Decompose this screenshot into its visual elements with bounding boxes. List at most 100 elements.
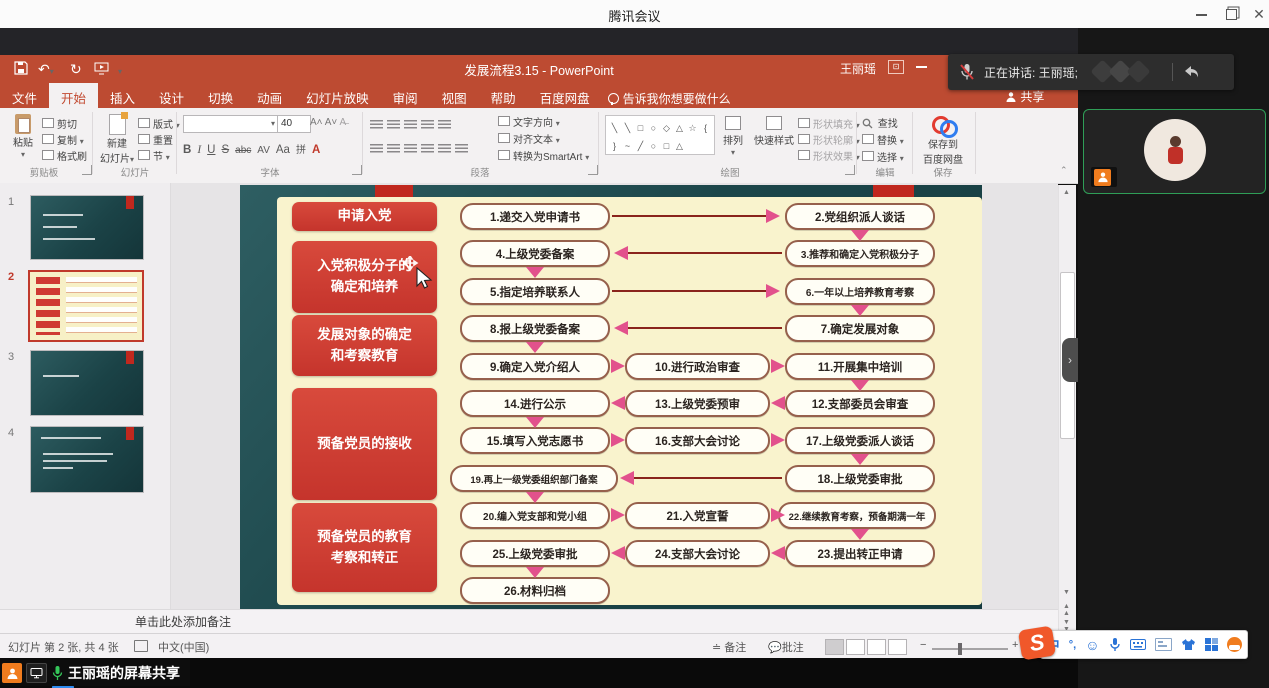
save-to-baidu-button[interactable]: 保存到 百度网盘 <box>918 114 968 166</box>
shape-glyph[interactable]: ╱ <box>634 140 647 153</box>
cut-button[interactable]: 剪切 <box>42 116 77 131</box>
flow-category-4[interactable]: 预备党员的教育考察和转正 <box>292 503 437 592</box>
font-dialog-launcher[interactable] <box>352 165 362 175</box>
language-indicator[interactable]: 中文(中国) <box>158 639 209 655</box>
shape-glyph[interactable]: ╲ <box>608 122 621 135</box>
sogou-skin-face-icon[interactable] <box>1227 637 1242 652</box>
flow-step[interactable]: 8.报上级党委备案 <box>460 315 610 342</box>
flow-step[interactable]: 10.进行政治审查 <box>625 353 770 380</box>
format-painter-button[interactable]: 格式刷 <box>42 148 87 163</box>
arrange-button[interactable]: 排列▾ <box>716 116 750 158</box>
share-button[interactable]: 共享 <box>1005 88 1044 105</box>
flow-step[interactable]: 7.确定发展对象 <box>785 315 935 342</box>
font-button-S[interactable]: S <box>221 144 229 156</box>
comments-toggle[interactable]: 💬批注 <box>768 639 804 655</box>
sogou-punct-icon[interactable]: °, <box>1069 639 1076 651</box>
grow-font-icon[interactable]: A˄ A˅ A̶ <box>310 117 346 128</box>
font-button-Aa[interactable]: Aa <box>276 144 290 156</box>
font-button-I[interactable]: I <box>197 144 201 156</box>
font-size-box[interactable]: 40 <box>277 115 311 133</box>
restore-button[interactable] <box>1218 9 1244 24</box>
select-button[interactable]: 选择 ▾ <box>862 149 904 164</box>
section-button[interactable]: 节 ▾ <box>138 148 170 163</box>
paste-button[interactable]: 粘贴▾ <box>8 114 38 160</box>
zoom-out-icon[interactable]: − <box>920 639 926 651</box>
normal-view-icon[interactable] <box>825 639 844 655</box>
minimize-button[interactable] <box>1188 7 1214 22</box>
sogou-keyboard-icon[interactable] <box>1130 639 1146 650</box>
font-name-box[interactable]: ▾ <box>183 115 279 133</box>
notes-pane[interactable]: 单击此处添加备注 <box>0 609 1058 633</box>
reply-arrow-icon[interactable] <box>1181 63 1201 81</box>
align-text-button[interactable]: 对齐文本 ▾ <box>498 131 560 146</box>
flow-step[interactable]: 6.一年以上培养教育考察 <box>785 278 935 305</box>
sogou-id-icon[interactable] <box>1155 638 1172 651</box>
flow-step[interactable]: 24.支部大会讨论 <box>625 540 770 567</box>
flow-step[interactable]: 9.确定入党介绍人 <box>460 353 610 380</box>
collapse-ribbon-icon[interactable]: ⌃ <box>1060 165 1068 176</box>
shape-effects-button[interactable]: 形状效果 ▾ <box>798 148 860 163</box>
new-slide-button[interactable]: 新建 幻灯片▾ <box>98 114 136 165</box>
align-buttons-row[interactable] <box>370 141 472 159</box>
flow-step[interactable]: 14.进行公示 <box>460 390 610 417</box>
quick-styles-button[interactable]: 快速样式 <box>752 116 796 147</box>
find-button[interactable]: 查找 <box>862 115 898 130</box>
sogou-voice-icon[interactable] <box>1109 637 1121 652</box>
shape-glyph[interactable]: △ <box>673 122 686 135</box>
flow-category-3[interactable]: 预备党员的接收 <box>292 388 437 500</box>
flow-step[interactable]: 18.上级党委审批 <box>785 465 935 492</box>
flow-step[interactable]: 11.开展集中培训 <box>785 353 935 380</box>
copy-button[interactable]: 复制 ▾ <box>42 132 84 147</box>
clipboard-dialog-launcher[interactable] <box>82 165 92 175</box>
font-button-U[interactable]: U <box>207 144 215 156</box>
mic-muted-icon[interactable] <box>958 62 976 82</box>
paragraph-dialog-launcher[interactable] <box>588 165 598 175</box>
flow-step[interactable]: 2.党组织派人谈话 <box>785 203 935 230</box>
zoom-slider[interactable] <box>932 648 1008 650</box>
reading-view-icon[interactable] <box>867 639 886 655</box>
shape-glyph[interactable]: ╲ <box>621 122 634 135</box>
flow-step[interactable]: 26.材料归档 <box>460 577 610 604</box>
scroll-up-icon[interactable]: ▲ <box>1060 189 1073 196</box>
flow-step[interactable]: 15.填写入党志愿书 <box>460 427 610 454</box>
ppt-minimize-icon[interactable] <box>916 66 927 68</box>
flow-step[interactable]: 17.上级党委派人谈话 <box>785 427 935 454</box>
account-name[interactable]: 王丽瑶 <box>840 60 876 77</box>
zoom-in-icon[interactable]: + <box>1012 639 1018 651</box>
text-direction-button[interactable]: 文字方向 ▾ <box>498 114 560 129</box>
previous-slide-icon[interactable]: ▲▲ <box>1060 603 1073 617</box>
flow-step[interactable]: 13.上级党委预审 <box>625 390 770 417</box>
slide-thumbnail-2[interactable] <box>28 270 144 342</box>
font-button-拼[interactable]: 拼 <box>296 141 306 156</box>
font-button-A[interactable]: A <box>312 144 320 156</box>
participant-tile-0[interactable] <box>1083 109 1266 194</box>
flow-category-2[interactable]: 发展对象的确定和考察教育 <box>292 315 437 376</box>
flow-step[interactable]: 16.支部大会讨论 <box>625 427 770 454</box>
notes-toggle[interactable]: ≐ 备注 <box>712 639 746 655</box>
font-button-B[interactable]: B <box>183 144 191 156</box>
flow-step[interactable]: 1.递交入党申请书 <box>460 203 610 230</box>
ribbon-display-options-icon[interactable]: ⊡ <box>888 60 904 74</box>
shape-glyph[interactable]: △ <box>673 140 686 153</box>
slide-thumbnail-3[interactable] <box>30 350 144 416</box>
reset-button[interactable]: 重置 <box>138 132 173 147</box>
replace-button[interactable]: 替换 ▾ <box>862 132 904 147</box>
sidebar-collapse-handle[interactable]: › <box>1062 338 1078 382</box>
flow-step[interactable]: 25.上级党委审批 <box>460 540 610 567</box>
zoom-slider-thumb[interactable] <box>958 643 962 655</box>
shape-glyph[interactable]: ○ <box>647 140 660 153</box>
flow-step[interactable]: 5.指定培养联系人 <box>460 278 610 305</box>
flow-category-0[interactable]: 申请入党 <box>292 202 437 231</box>
font-button-abc[interactable]: abc <box>235 145 251 156</box>
view-buttons[interactable] <box>825 639 909 655</box>
screen-share-pill[interactable]: 王丽瑶的屏幕共享 <box>0 660 190 686</box>
shape-glyph[interactable]: ~ <box>621 140 634 153</box>
scroll-down-icon[interactable]: ▼ <box>1060 589 1073 596</box>
shape-glyph[interactable]: ☆ <box>686 122 699 135</box>
sogou-skin-icon[interactable] <box>1181 638 1196 651</box>
shape-glyph[interactable]: □ <box>660 140 673 153</box>
shape-fill-button[interactable]: 形状填充 ▾ <box>798 116 860 131</box>
shapes-gallery[interactable]: ╲╲□○◇△☆{}~╱○□△ <box>605 115 715 155</box>
shape-glyph[interactable]: ○ <box>647 122 660 135</box>
close-button[interactable]: ✕ <box>1246 7 1269 22</box>
